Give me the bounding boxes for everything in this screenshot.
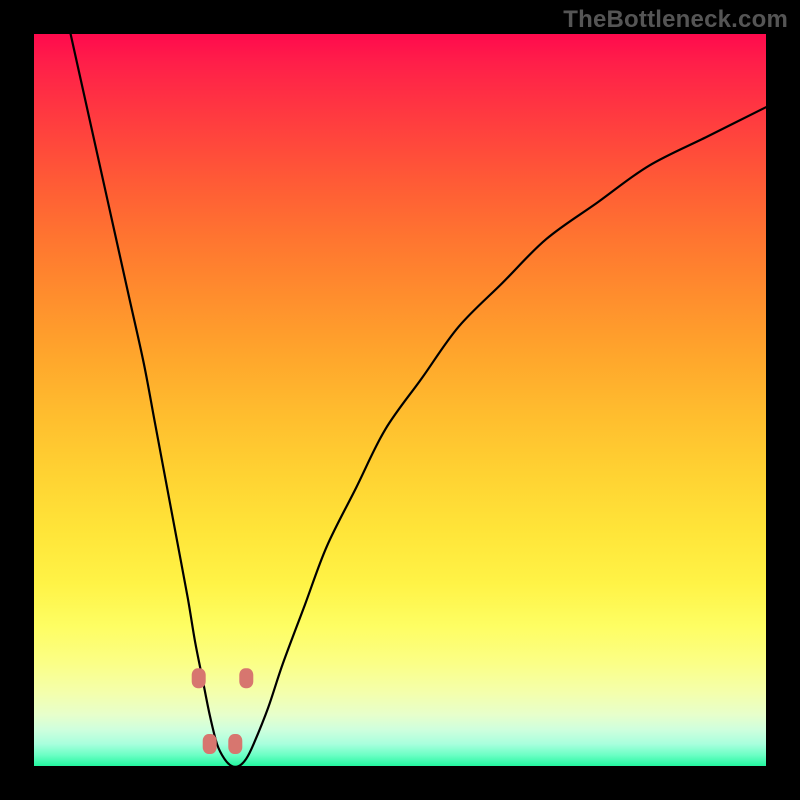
curve-marker — [203, 734, 217, 754]
chart-svg — [34, 34, 766, 766]
curve-marker — [228, 734, 242, 754]
curve-marker — [192, 668, 206, 688]
curve-markers — [192, 668, 254, 754]
watermark-text: TheBottleneck.com — [563, 6, 788, 34]
curve-group — [71, 34, 766, 766]
curve-marker — [239, 668, 253, 688]
chart-frame: TheBottleneck.com — [0, 0, 800, 800]
plot-area — [34, 34, 766, 766]
bottleneck-curve — [71, 34, 766, 766]
